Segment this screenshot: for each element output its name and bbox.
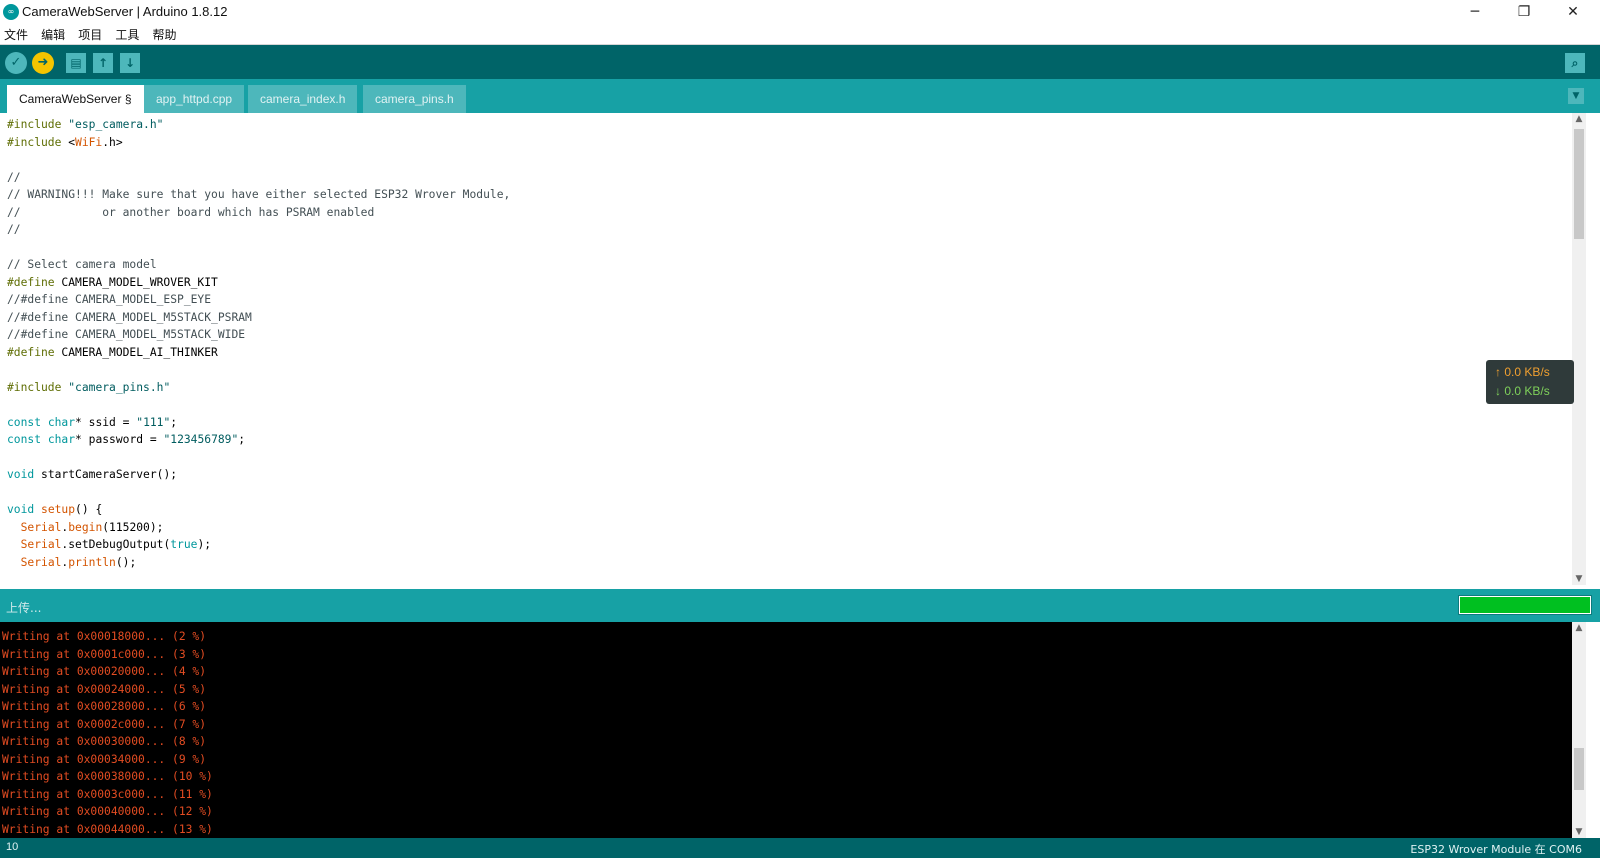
arduino-logo-icon: ∞ bbox=[3, 4, 19, 20]
source-code[interactable]: #include "esp_camera.h" #include <WiFi.h… bbox=[7, 116, 510, 571]
tab-menu-icon[interactable]: ▼ bbox=[1568, 88, 1584, 104]
console-line: Writing at 0x0003c000... (11 %) bbox=[2, 787, 213, 801]
console-line: Writing at 0x00020000... (4 %) bbox=[2, 665, 207, 678]
save-sketch-button[interactable]: ↓ bbox=[120, 53, 140, 73]
network-speed-widget: ↑ 0.0 KB/s ↓ 0.0 KB/s bbox=[1486, 360, 1574, 404]
window-title: CameraWebServer | Arduino 1.8.12 bbox=[22, 4, 228, 19]
new-sketch-button[interactable]: ▤ bbox=[66, 53, 86, 73]
console-line: Writing at 0x00044000... (13 %) bbox=[2, 822, 213, 836]
maximize-button[interactable]: ❐ bbox=[1501, 0, 1547, 24]
console-line: Writing at 0x00030000... (8 %) bbox=[2, 735, 207, 748]
console-line: Writing at 0x0002c000... (7 %) bbox=[2, 717, 207, 731]
menu-help[interactable]: 帮助 bbox=[148, 24, 180, 43]
close-button[interactable]: ✕ bbox=[1550, 0, 1596, 24]
console-line: Writing at 0x00024000... (5 %) bbox=[2, 682, 207, 696]
tab-camerawebserver[interactable]: CameraWebServer § bbox=[7, 85, 144, 113]
toolbar: ✓ ➜ ▤ ↑ ↓ ⌕ bbox=[0, 45, 1600, 79]
download-speed: ↓ 0.0 KB/s bbox=[1495, 384, 1550, 398]
line-number: 10 bbox=[6, 841, 19, 853]
console-scroll-up-icon[interactable]: ▲ bbox=[1572, 622, 1586, 634]
title-bar: ∞ CameraWebServer | Arduino 1.8.12 ─ ❐ ✕ bbox=[0, 0, 1600, 24]
menu-edit[interactable]: 编辑 bbox=[37, 24, 69, 43]
editor-scrollbar[interactable]: ▲ ▼ bbox=[1572, 113, 1586, 585]
console-line: Writing at 0x00028000... (6 %) bbox=[2, 700, 207, 713]
code-editor[interactable]: #include "esp_camera.h" #include <WiFi.h… bbox=[0, 113, 1586, 585]
upload-speed: ↑ 0.0 KB/s bbox=[1495, 365, 1550, 379]
bottom-status-bar: 10 ESP32 Wrover Module 在 COM6 bbox=[0, 838, 1600, 858]
menu-tools[interactable]: 工具 bbox=[111, 24, 143, 43]
serial-monitor-button[interactable]: ⌕ bbox=[1565, 53, 1585, 73]
console-line: Writing at 0x00018000... (2 %) bbox=[2, 630, 207, 643]
tab-bar: CameraWebServer § app_httpd.cpp camera_i… bbox=[0, 79, 1600, 113]
console-log: Writing at 0x00018000... (2 %) Writing a… bbox=[2, 628, 213, 838]
tab-camera-pins[interactable]: camera_pins.h bbox=[363, 85, 466, 113]
upload-button[interactable]: ➜ bbox=[32, 52, 54, 74]
scroll-up-icon[interactable]: ▲ bbox=[1572, 113, 1586, 125]
console-scroll-thumb[interactable] bbox=[1574, 748, 1584, 790]
upload-progress-fill bbox=[1460, 597, 1590, 613]
console-scrollbar[interactable]: ▲ ▼ bbox=[1572, 622, 1586, 838]
status-message: 上传... bbox=[6, 601, 42, 615]
upload-status-bar: 上传... bbox=[0, 589, 1600, 622]
tab-app-httpd[interactable]: app_httpd.cpp bbox=[144, 85, 245, 113]
verify-button[interactable]: ✓ bbox=[5, 52, 27, 74]
console-scroll-down-icon[interactable]: ▼ bbox=[1572, 826, 1586, 838]
upload-progress-bar bbox=[1458, 595, 1592, 615]
editor-scroll-thumb[interactable] bbox=[1574, 129, 1584, 239]
menu-bar: 文件 编辑 项目 工具 帮助 bbox=[0, 24, 1600, 45]
minimize-button[interactable]: ─ bbox=[1452, 0, 1498, 24]
console-output[interactable]: Writing at 0x00018000... (2 %) Writing a… bbox=[0, 622, 1586, 838]
open-sketch-button[interactable]: ↑ bbox=[93, 53, 113, 73]
console-line: Writing at 0x00034000... (9 %) bbox=[2, 752, 207, 766]
board-port-info: ESP32 Wrover Module 在 COM6 bbox=[1410, 843, 1582, 856]
console-line: Writing at 0x0001c000... (3 %) bbox=[2, 647, 207, 661]
scroll-down-icon[interactable]: ▼ bbox=[1572, 573, 1586, 585]
console-line: Writing at 0x00038000... (10 %) bbox=[2, 770, 213, 783]
menu-file[interactable]: 文件 bbox=[0, 24, 32, 43]
tab-camera-index[interactable]: camera_index.h bbox=[248, 85, 358, 113]
menu-sketch[interactable]: 项目 bbox=[74, 24, 106, 43]
console-line: Writing at 0x00040000... (12 %) bbox=[2, 805, 213, 818]
